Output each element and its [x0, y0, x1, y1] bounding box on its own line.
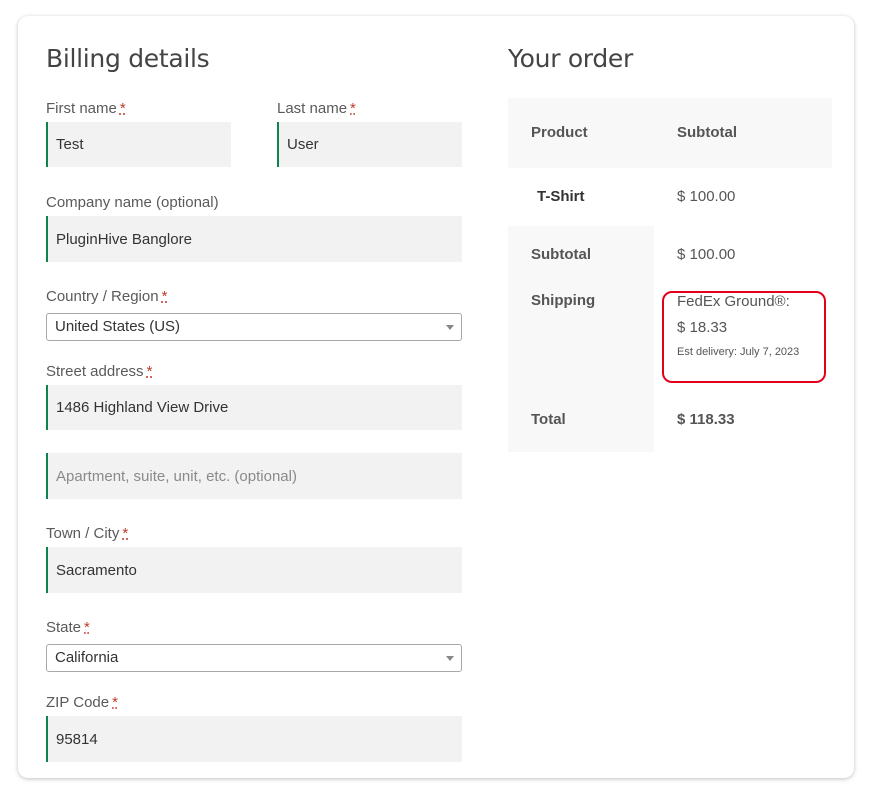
order-review-table: Product Subtotal T-Shirt $ 100.00 Subtot…	[508, 98, 832, 452]
total-label: Total	[508, 394, 654, 452]
country-label-text: Country / Region	[46, 288, 159, 305]
order-item-price: $ 100.00	[677, 188, 736, 205]
subtotal-row: Subtotal $ 100.00	[508, 226, 832, 284]
last-name-label: Last name *	[277, 100, 356, 117]
street-label-text: Street address	[46, 363, 144, 380]
required-mark: *	[146, 363, 153, 380]
first-name-label-text: First name	[46, 100, 117, 117]
required-mark: *	[161, 288, 168, 305]
chevron-down-icon	[446, 325, 454, 330]
subtotal-value: $ 100.00	[677, 246, 736, 263]
subtotal-label: Subtotal	[508, 226, 654, 284]
shipping-highlight-box	[662, 291, 826, 383]
order-title: Your order	[508, 44, 633, 73]
apartment-input[interactable]	[46, 453, 462, 499]
first-name-input[interactable]	[46, 122, 231, 167]
state-label: State *	[46, 619, 90, 636]
street-label: Street address *	[46, 363, 152, 380]
city-input[interactable]	[46, 547, 462, 593]
billing-title: Billing details	[46, 44, 210, 73]
company-label-text: Company name (optional)	[46, 194, 219, 211]
company-input[interactable]	[46, 216, 462, 262]
order-item-name: T-Shirt	[537, 188, 585, 205]
order-table-header: Product Subtotal	[508, 98, 832, 168]
state-label-text: State	[46, 619, 82, 636]
shipping-label: Shipping	[508, 284, 654, 394]
state-select[interactable]: California	[46, 644, 462, 672]
required-mark: *	[84, 619, 90, 636]
required-mark: *	[112, 694, 118, 711]
country-select-value: United States (US)	[55, 318, 181, 335]
zip-input[interactable]	[46, 716, 462, 762]
chevron-down-icon	[446, 656, 454, 661]
last-name-input[interactable]	[277, 122, 462, 167]
required-mark: *	[119, 100, 126, 117]
city-label-text: Town / City	[46, 525, 120, 542]
country-select[interactable]: United States (US)	[46, 313, 462, 341]
order-item-row: T-Shirt $ 100.00	[508, 168, 832, 226]
last-name-label-text: Last name	[277, 100, 348, 117]
street-input[interactable]	[46, 385, 462, 430]
zip-label-text: ZIP Code	[46, 694, 110, 711]
zip-label: ZIP Code *	[46, 694, 118, 711]
country-label: Country / Region *	[46, 288, 167, 305]
product-column-header: Product	[531, 124, 588, 141]
first-name-label: First name *	[46, 100, 126, 117]
state-select-value: California	[55, 649, 119, 666]
required-mark: *	[350, 100, 356, 117]
company-label: Company name (optional)	[46, 194, 219, 211]
total-row: Total $ 118.33	[508, 394, 832, 452]
city-label: Town / City *	[46, 525, 128, 542]
total-value: $ 118.33	[677, 411, 735, 428]
required-mark: *	[122, 525, 129, 542]
subtotal-column-header: Subtotal	[677, 124, 737, 141]
